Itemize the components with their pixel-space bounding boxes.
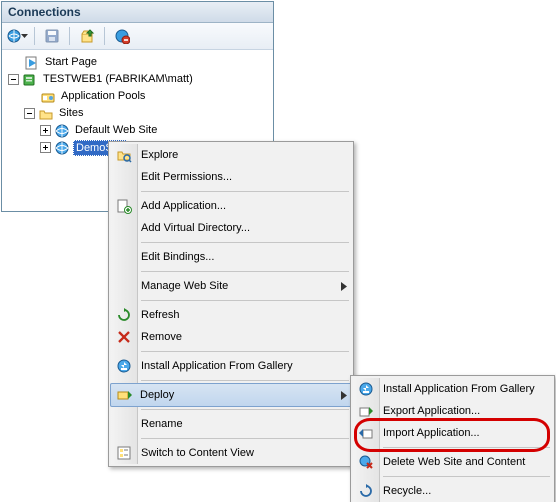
- menu-label: Deploy: [140, 389, 334, 401]
- menu-separator: [141, 300, 349, 301]
- tree-label: Sites: [57, 106, 85, 121]
- menu-label: Edit Bindings...: [141, 251, 333, 263]
- menu-label: Install Application From Gallery: [141, 360, 333, 372]
- menu-label: Install Application From Gallery: [383, 383, 535, 395]
- tree-item-sites[interactable]: Sites: [8, 105, 273, 122]
- explore-icon: [116, 147, 132, 163]
- dropdown-arrow-icon: [21, 34, 28, 38]
- globe-icon: [54, 123, 70, 139]
- collapse-icon[interactable]: [24, 108, 35, 119]
- submenu-item-export-application[interactable]: Export Application...: [353, 400, 552, 422]
- menu-item-add-virtual-directory[interactable]: Add Virtual Directory...: [111, 217, 351, 239]
- tree-label: Default Web Site: [73, 123, 159, 138]
- connect-button[interactable]: [6, 25, 28, 47]
- toolbar: [2, 23, 273, 50]
- menu-separator: [141, 409, 349, 410]
- menu-separator: [141, 438, 349, 439]
- add-application-icon: [116, 198, 132, 214]
- menu-item-add-application[interactable]: Add Application...: [111, 195, 351, 217]
- gallery-icon: [358, 381, 374, 397]
- submenu-item-install-gallery[interactable]: Install Application From Gallery: [353, 378, 552, 400]
- deploy-icon: [116, 387, 132, 403]
- submenu-arrow-icon: [341, 391, 347, 400]
- tree-label: Application Pools: [59, 89, 147, 104]
- context-menu: Explore Edit Permissions... Add Applicat…: [108, 141, 354, 467]
- menu-label: Delete Web Site and Content: [383, 456, 534, 468]
- submenu-item-import-application[interactable]: Import Application...: [353, 422, 552, 444]
- menu-item-install-from-gallery[interactable]: Install Application From Gallery: [111, 355, 351, 377]
- tree-item-default-site[interactable]: Default Web Site: [8, 122, 273, 139]
- toolbar-separator: [34, 27, 35, 45]
- app-pools-icon: [40, 89, 56, 105]
- refresh-icon: [116, 307, 132, 323]
- submenu-arrow-icon: [341, 282, 347, 291]
- menu-label: Remove: [141, 331, 333, 343]
- menu-item-explore[interactable]: Explore: [111, 144, 351, 166]
- menu-label: Manage Web Site: [141, 280, 333, 292]
- menu-item-remove[interactable]: Remove: [111, 326, 351, 348]
- menu-item-deploy[interactable]: Deploy: [110, 383, 352, 407]
- menu-separator: [141, 351, 349, 352]
- tree-item-server[interactable]: TESTWEB1 (FABRIKAM\matt): [8, 71, 273, 88]
- tree-item-app-pools[interactable]: Application Pools: [8, 88, 273, 105]
- menu-item-switch-content-view[interactable]: Switch to Content View: [111, 442, 351, 464]
- menu-label: Export Application...: [383, 405, 534, 417]
- menu-label: Refresh: [141, 309, 333, 321]
- menu-label: Import Application...: [383, 427, 534, 439]
- delete-site-icon: [358, 454, 374, 470]
- submenu-item-delete-site-content[interactable]: Delete Web Site and Content: [353, 451, 552, 473]
- menu-label: Add Virtual Directory...: [141, 222, 333, 234]
- gallery-icon: [116, 358, 132, 374]
- start-page-icon: [24, 55, 40, 71]
- toolbar-separator: [104, 27, 105, 45]
- import-icon: [358, 425, 374, 441]
- tree-item-start-page[interactable]: Start Page: [8, 54, 273, 71]
- export-icon: [358, 403, 374, 419]
- remove-icon: [116, 329, 132, 345]
- menu-label: Rename: [141, 418, 333, 430]
- menu-separator: [141, 380, 349, 381]
- content-view-icon: [116, 445, 132, 461]
- tree-label: Start Page: [43, 55, 99, 70]
- menu-item-rename[interactable]: Rename: [111, 413, 351, 435]
- menu-label: Recycle...: [383, 485, 534, 497]
- recycle-icon: [358, 483, 374, 499]
- menu-separator: [141, 242, 349, 243]
- panel-title: Connections: [2, 2, 273, 23]
- stop-server-button[interactable]: [111, 25, 133, 47]
- menu-separator: [383, 447, 550, 448]
- menu-item-edit-permissions[interactable]: Edit Permissions...: [111, 166, 351, 188]
- save-button[interactable]: [41, 25, 63, 47]
- menu-label: Add Application...: [141, 200, 333, 212]
- collapse-icon[interactable]: [8, 74, 19, 85]
- menu-separator: [383, 476, 550, 477]
- expand-icon[interactable]: [40, 142, 51, 153]
- toolbar-separator: [69, 27, 70, 45]
- submenu-item-recycle[interactable]: Recycle...: [353, 480, 552, 502]
- folder-icon: [38, 106, 54, 122]
- menu-separator: [141, 271, 349, 272]
- menu-label: Edit Permissions...: [141, 171, 333, 183]
- menu-label: Switch to Content View: [141, 447, 333, 459]
- menu-separator: [141, 191, 349, 192]
- deploy-submenu: Install Application From Gallery Export …: [350, 375, 555, 502]
- menu-label: Explore: [141, 149, 333, 161]
- tree-label: TESTWEB1 (FABRIKAM\matt): [41, 72, 195, 87]
- menu-item-edit-bindings[interactable]: Edit Bindings...: [111, 246, 351, 268]
- globe-icon: [54, 140, 70, 156]
- server-icon: [22, 72, 38, 88]
- menu-item-refresh[interactable]: Refresh: [111, 304, 351, 326]
- menu-item-manage-web-site[interactable]: Manage Web Site: [111, 275, 351, 297]
- up-button[interactable]: [76, 25, 98, 47]
- expand-icon[interactable]: [40, 125, 51, 136]
